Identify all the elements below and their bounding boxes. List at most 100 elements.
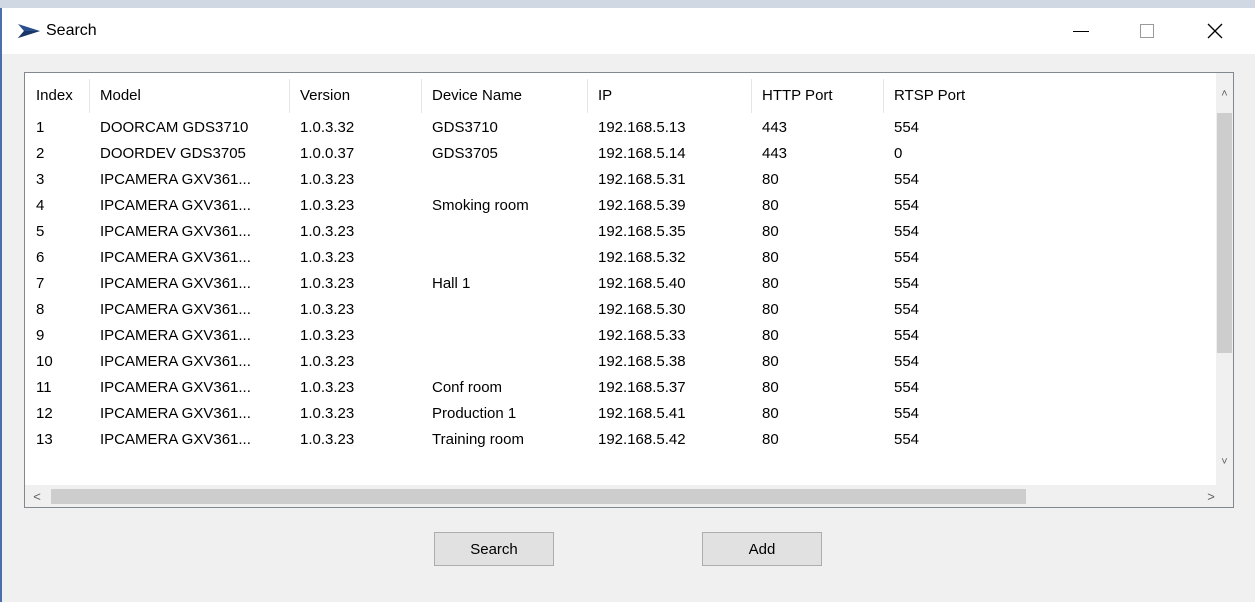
cell-ip: 192.168.5.42 [598,431,686,448]
cell-ip: 192.168.5.32 [598,249,686,266]
cell-http-port: 80 [762,327,779,344]
cell-rtsp-port: 554 [894,327,920,344]
cell-ip: 192.168.5.14 [598,145,686,162]
cell-http-port: 80 [762,171,779,188]
cell-index: 13 [36,431,53,448]
horizontal-scrollbar[interactable]: < > [25,485,1233,507]
column-header-rtsp-port[interactable]: RTSP Port [884,79,1216,113]
cell-model: IPCAMERA GXV361... [100,301,251,318]
table-row[interactable]: 6 IPCAMERA GXV361... 1.0.3.23 192.168.5.… [26,245,1216,271]
cell-device-name [422,219,588,245]
cell-rtsp-port: 554 [894,301,920,318]
cell-index: 1 [36,119,45,136]
cell-device-name [422,349,588,375]
table-row[interactable]: 4 IPCAMERA GXV361... 1.0.3.23 Smoking ro… [26,193,1216,219]
cell-ip: 192.168.5.40 [598,275,686,292]
table-row[interactable]: 9 IPCAMERA GXV361... 1.0.3.23 192.168.5.… [26,323,1216,349]
device-list[interactable]: Index Model Version Device Name IP HTTP … [24,72,1234,508]
scroll-left-icon[interactable]: < [27,485,47,507]
cell-index: 2 [36,145,45,162]
table-row[interactable]: 1 DOORCAM GDS3710 1.0.3.32 GDS3710 192.1… [26,115,1216,141]
cell-model: IPCAMERA GXV361... [100,249,251,266]
cell-ip: 192.168.5.37 [598,379,686,396]
close-icon [1207,23,1223,39]
maximize-icon [1140,24,1154,38]
cell-device-name [422,167,588,193]
cell-rtsp-port: 554 [894,353,920,370]
table-row[interactable]: 5 IPCAMERA GXV361... 1.0.3.23 192.168.5.… [26,219,1216,245]
cell-ip: 192.168.5.13 [598,119,686,136]
cell-device-name: GDS3705 [432,145,498,162]
scroll-down-icon[interactable]: ˅ [1216,453,1233,470]
cell-ip: 192.168.5.30 [598,301,686,318]
search-button[interactable]: Search [434,532,554,566]
column-header-index[interactable]: Index [26,79,90,113]
table-row[interactable]: 3 IPCAMERA GXV361... 1.0.3.23 192.168.5.… [26,167,1216,193]
table-row[interactable]: 2 DOORDEV GDS3705 1.0.0.37 GDS3705 192.1… [26,141,1216,167]
minimize-button[interactable] [1058,8,1104,54]
column-header-model[interactable]: Model [90,79,290,113]
table-row[interactable]: 11 IPCAMERA GXV361... 1.0.3.23 Conf room… [26,375,1216,401]
cell-model: IPCAMERA GXV361... [100,171,251,188]
vertical-scroll-thumb[interactable] [1217,113,1232,353]
cell-http-port: 443 [762,145,788,162]
minimize-icon [1073,30,1089,32]
table-row[interactable]: 12 IPCAMERA GXV361... 1.0.3.23 Productio… [26,401,1216,427]
cell-device-name: Training room [432,431,524,448]
title-bar[interactable]: Search [2,8,1255,54]
scroll-right-icon[interactable]: > [1201,485,1221,507]
cell-device-name: Conf room [432,379,503,396]
cell-index: 3 [36,171,45,188]
cell-index: 8 [36,301,45,318]
cell-model: DOORCAM GDS3710 [100,119,249,136]
table-row[interactable]: 8 IPCAMERA GXV361... 1.0.3.23 192.168.5.… [26,297,1216,323]
cell-rtsp-port: 554 [894,119,920,136]
app-logo-icon [18,24,40,38]
vertical-scrollbar[interactable]: ˄ ˅ [1216,73,1233,485]
cell-device-name: Smoking room [432,197,529,214]
cell-model: IPCAMERA GXV361... [100,223,251,240]
column-header-http-port[interactable]: HTTP Port [752,79,884,113]
cell-rtsp-port: 554 [894,431,920,448]
cell-index: 11 [36,379,52,396]
table-row[interactable]: 13 IPCAMERA GXV361... 1.0.3.23 Training … [26,427,1216,453]
cell-http-port: 80 [762,197,779,214]
cell-version: 1.0.3.23 [300,275,355,292]
cell-model: IPCAMERA GXV361... [100,379,251,396]
list-body: 1 DOORCAM GDS3710 1.0.3.32 GDS3710 192.1… [26,115,1216,475]
cell-device-name: Hall 1 [432,275,471,292]
close-button[interactable] [1192,8,1238,54]
cell-version: 1.0.3.32 [300,119,355,136]
column-header-ip[interactable]: IP [588,79,752,113]
cell-index: 4 [36,197,45,214]
add-button[interactable]: Add [702,532,822,566]
maximize-button[interactable] [1124,8,1170,54]
cell-model: IPCAMERA GXV361... [100,353,251,370]
table-row[interactable]: 10 IPCAMERA GXV361... 1.0.3.23 192.168.5… [26,349,1216,375]
cell-ip: 192.168.5.38 [598,353,686,370]
cell-model: IPCAMERA GXV361... [100,197,251,214]
cell-device-name [422,297,588,323]
cell-http-port: 443 [762,119,788,136]
cell-index: 6 [36,249,45,266]
cell-device-name: Production 1 [432,405,517,422]
search-dialog: Search Index Model Version Device Name I… [0,8,1255,602]
window-title: Search [46,22,97,39]
cell-rtsp-port: 554 [894,275,920,292]
cell-version: 1.0.3.23 [300,197,355,214]
cell-rtsp-port: 0 [894,145,903,162]
cell-rtsp-port: 554 [894,249,920,266]
cell-model: IPCAMERA GXV361... [100,405,251,422]
cell-index: 9 [36,327,45,344]
column-header-version[interactable]: Version [290,79,422,113]
scroll-up-icon[interactable]: ˄ [1216,85,1233,102]
cell-rtsp-port: 554 [894,405,920,422]
table-row[interactable]: 7 IPCAMERA GXV361... 1.0.3.23 Hall 1 192… [26,271,1216,297]
cell-http-port: 80 [762,275,779,292]
cell-rtsp-port: 554 [894,379,920,396]
horizontal-scroll-thumb[interactable] [51,489,1026,504]
cell-device-name [422,245,588,271]
cell-version: 1.0.3.23 [300,431,355,448]
cell-version: 1.0.3.23 [300,379,355,396]
column-header-device-name[interactable]: Device Name [422,79,588,113]
